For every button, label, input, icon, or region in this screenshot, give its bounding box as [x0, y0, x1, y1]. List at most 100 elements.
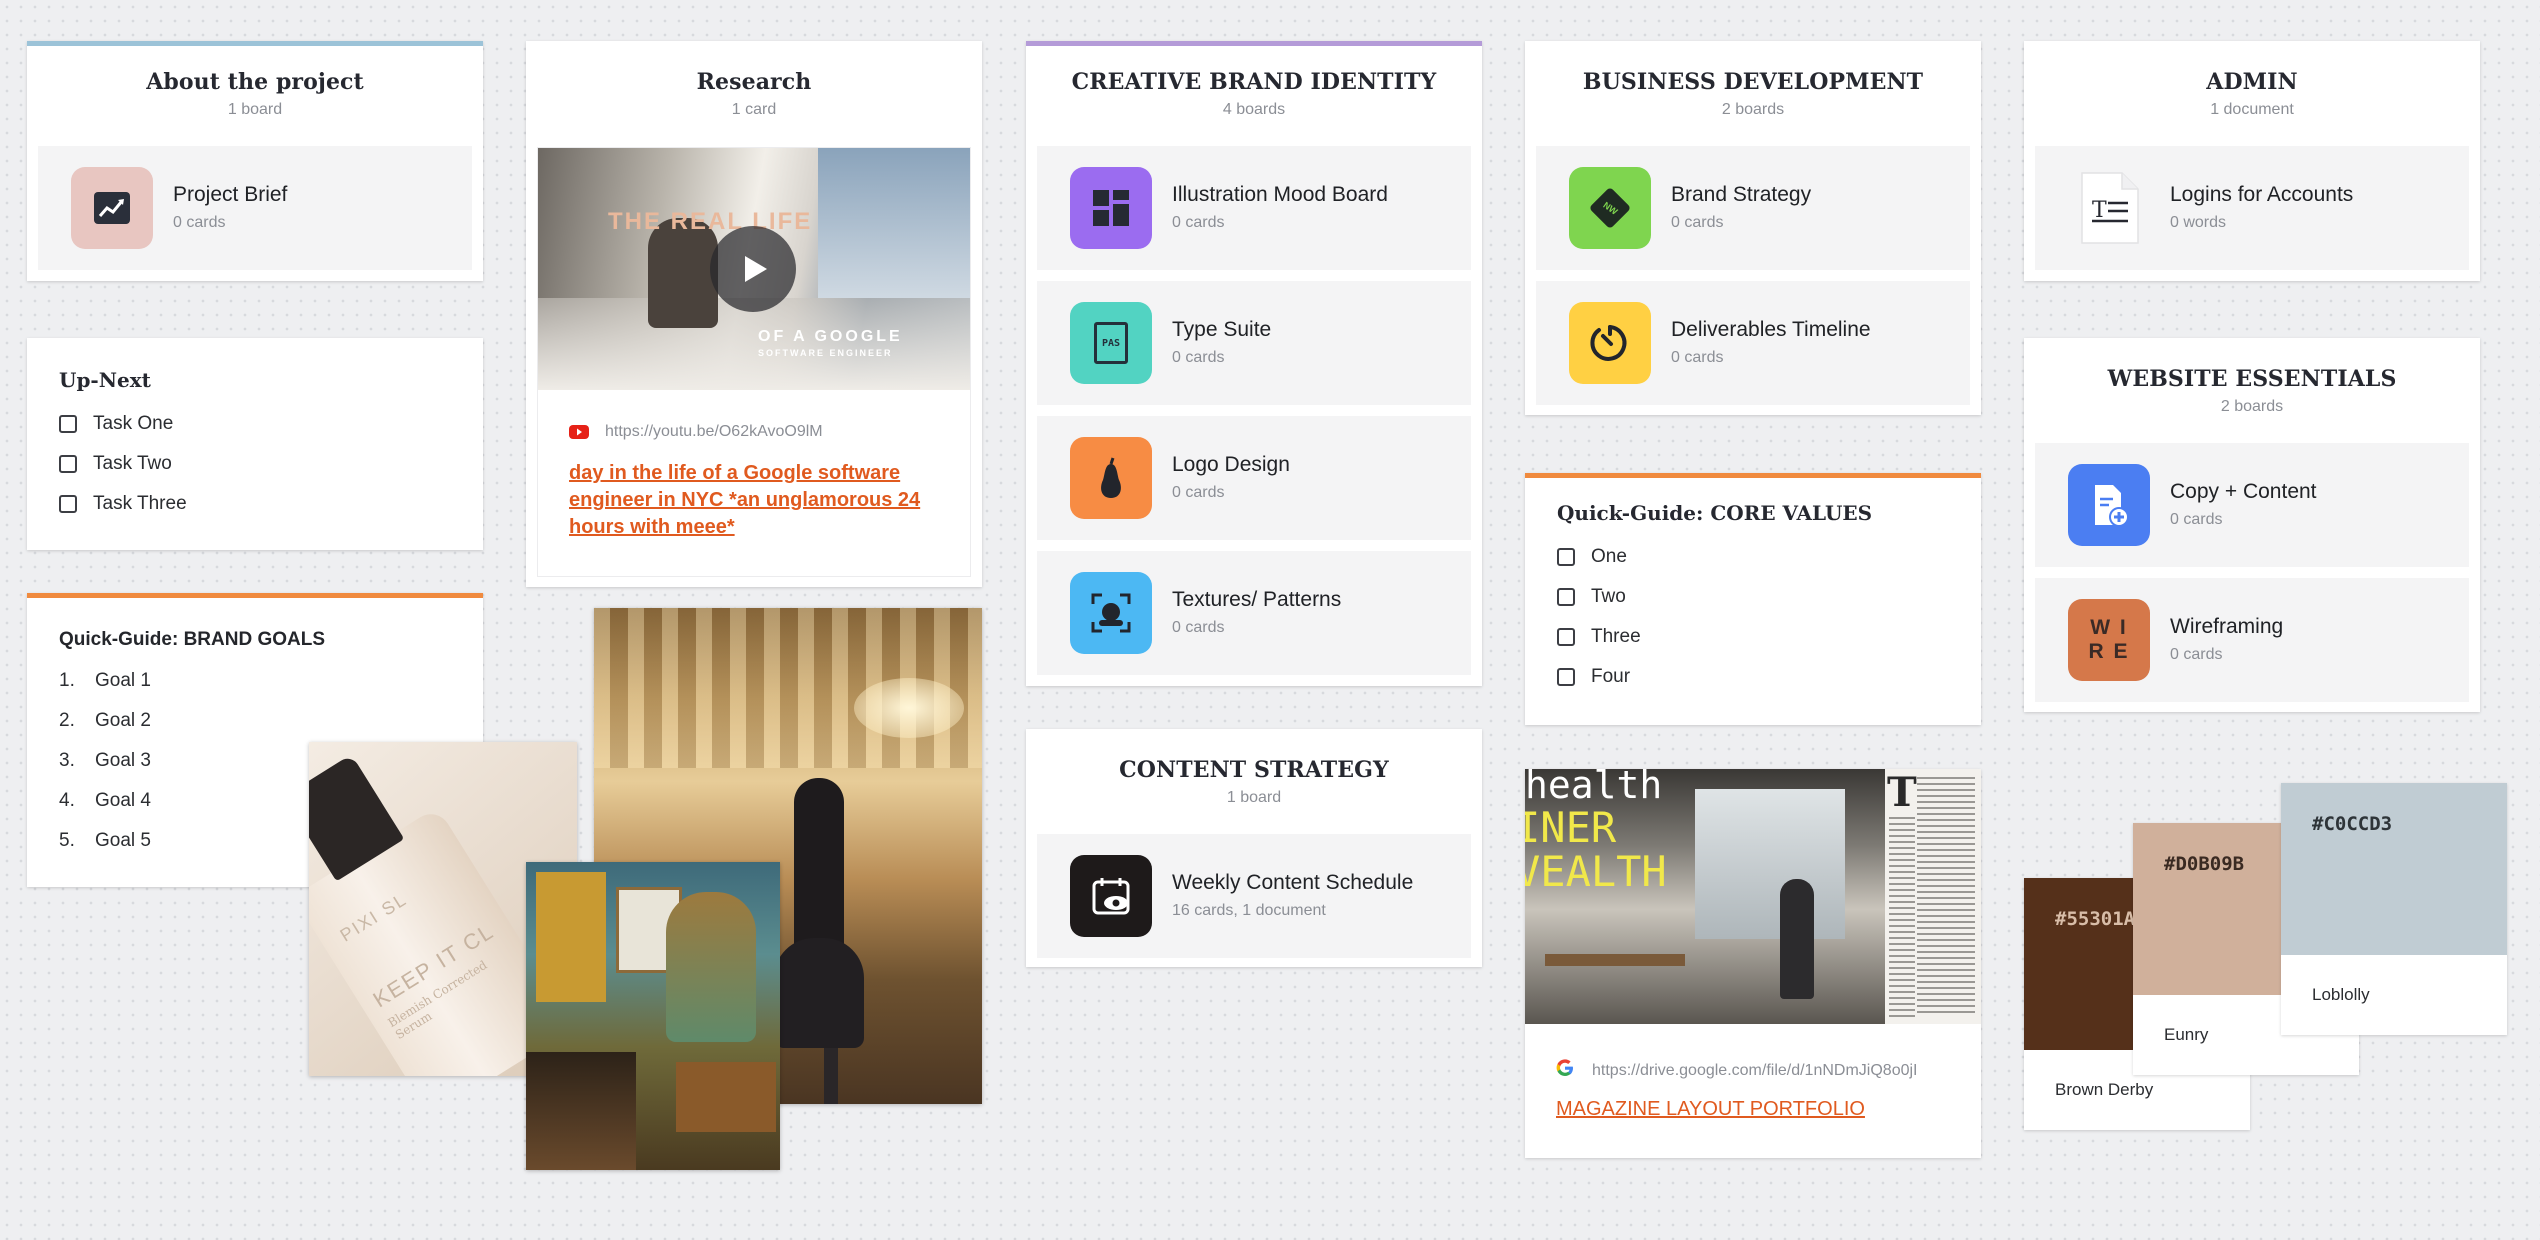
- svg-text:T: T: [2092, 198, 2107, 223]
- list-title: Quick-Guide: CORE VALUES: [1557, 501, 1873, 525]
- type-suite-icon: PAS: [1070, 302, 1152, 384]
- value-item[interactable]: Two: [1557, 577, 1949, 617]
- board-title: Brand Strategy: [1671, 183, 1812, 206]
- core-values-list: Quick-Guide: CORE VALUES One Two Three F…: [1525, 473, 1981, 725]
- value-label: One: [1591, 546, 1627, 567]
- google-icon: [1556, 1059, 1574, 1082]
- tag-icon-text: NW: [1600, 199, 1620, 217]
- board-title: Project Brief: [173, 183, 288, 206]
- checkbox[interactable]: [59, 455, 77, 473]
- tag-icon: NW: [1569, 167, 1651, 249]
- checkbox[interactable]: [1557, 668, 1575, 686]
- board-deliverables-timeline[interactable]: Deliverables Timeline 0 cards: [1536, 281, 1970, 405]
- board-title: Wireframing: [2170, 615, 2284, 638]
- scan-face-icon: [1070, 572, 1152, 654]
- link-url-row: https://drive.google.com/file/d/1nNDmJiQ…: [1556, 1059, 1917, 1082]
- board-copy-content[interactable]: Copy + Content 0 cards: [2035, 443, 2469, 567]
- pear-icon: [1070, 437, 1152, 519]
- board-illustration-mood[interactable]: Illustration Mood Board 0 cards: [1037, 146, 1471, 270]
- list-item: 2. Goal 2: [59, 710, 151, 731]
- value-item[interactable]: One: [1557, 537, 1949, 577]
- board-logo-design[interactable]: Logo Design 0 cards: [1037, 416, 1471, 540]
- board-title: Weekly Content Schedule: [1172, 871, 1414, 894]
- play-icon[interactable]: [710, 226, 796, 312]
- column-count: 1 document: [2210, 101, 2294, 118]
- column-title: BUSINESS DEVELOPMENT: [1582, 69, 1924, 95]
- calendar-eye-icon: [1070, 855, 1152, 937]
- magazine-thumbnail[interactable]: health INER VEALTH T: [1525, 769, 1981, 1024]
- magazine-headline: INER: [1525, 803, 1617, 852]
- video-overlay-title: THE REAL LIFE: [608, 208, 813, 235]
- column-title: Research: [696, 69, 812, 95]
- up-next-list: Up-Next Task One Task Two Task Three: [27, 338, 483, 550]
- task-item[interactable]: Task Two: [59, 444, 451, 484]
- value-item[interactable]: Four: [1557, 657, 1949, 697]
- color-swatch-loblolly[interactable]: #C0CCD3 Loblolly: [2281, 783, 2507, 1035]
- swatch-color: [2281, 783, 2507, 955]
- video-link[interactable]: day in the life of a Google software eng…: [569, 460, 954, 541]
- column-accent-bar: [27, 41, 483, 46]
- board-project-brief[interactable]: Project Brief 0 cards: [38, 146, 472, 270]
- swatch-name: Eunry: [2164, 1025, 2209, 1044]
- column-count: 4 boards: [1222, 101, 1286, 118]
- painting-photo[interactable]: [526, 862, 780, 1170]
- board-meta: 0 cards: [1671, 214, 1724, 231]
- document-icon: T: [2068, 167, 2150, 249]
- value-label: Four: [1591, 666, 1631, 687]
- column-title: WEBSITE ESSENTIALS: [2107, 366, 2397, 392]
- task-item[interactable]: Task One: [59, 404, 451, 444]
- board-title: Logins for Accounts: [2170, 183, 2354, 206]
- magazine-headline: VEALTH: [1525, 847, 1667, 896]
- task-item[interactable]: Task Three: [59, 484, 451, 524]
- task-label: Task One: [93, 413, 174, 434]
- list-item: 1. Goal 1: [59, 670, 151, 691]
- list-title: Quick-Guide: BRAND GOALS: [59, 629, 326, 650]
- video-overlay-text: OF A GOOGLE: [758, 328, 903, 345]
- column-title: CONTENT STRATEGY: [1119, 757, 1389, 783]
- board-title: Deliverables Timeline: [1671, 318, 1871, 341]
- swatch-hex: #C0CCD3: [2312, 813, 2393, 835]
- magazine-link-card[interactable]: health INER VEALTH T https://drive.googl…: [1525, 769, 1981, 1158]
- youtube-icon: [569, 425, 589, 439]
- board-meta: 0 cards: [2170, 646, 2223, 663]
- magazine-link[interactable]: MAGAZINE LAYOUT PORTFOLIO: [1556, 1096, 1865, 1123]
- board-title: Logo Design: [1172, 453, 1290, 476]
- board-meta: 0 cards: [1172, 214, 1225, 231]
- value-label: Three: [1591, 626, 1641, 647]
- column-count: 2 boards: [2220, 398, 2284, 415]
- task-label: Task Two: [93, 453, 172, 474]
- checkbox[interactable]: [1557, 548, 1575, 566]
- column-title: About the project: [146, 69, 364, 95]
- checkbox[interactable]: [1557, 588, 1575, 606]
- video-overlay-sub: SOFTWARE ENGINEER: [758, 348, 893, 358]
- board-wireframing[interactable]: W I R E Wireframing 0 cards: [2035, 578, 2469, 702]
- board-weekly-content-schedule[interactable]: Weekly Content Schedule 16 cards, 1 docu…: [1037, 834, 1471, 958]
- column-accent-bar: [1026, 41, 1482, 46]
- board-brand-strategy[interactable]: NW Brand Strategy 0 cards: [1536, 146, 1970, 270]
- link-url: https://youtu.be/O62kAvoO9lM: [605, 423, 823, 440]
- column-title: CREATIVE BRAND IDENTITY: [1071, 69, 1437, 95]
- board-title: Copy + Content: [2170, 480, 2317, 503]
- about-project-column: About the project 1 board Project Brief …: [27, 41, 483, 281]
- admin-column: ADMIN 1 document T Logins for Accounts 0…: [2024, 41, 2480, 281]
- video-card[interactable]: THE REAL LIFE OF A GOOGLE SOFTWARE ENGIN…: [537, 147, 971, 577]
- value-item[interactable]: Three: [1557, 617, 1949, 657]
- board-type-suite[interactable]: PAS Type Suite 0 cards: [1037, 281, 1471, 405]
- checkbox[interactable]: [59, 415, 77, 433]
- task-label: Task Three: [93, 493, 187, 514]
- painted-figure: [666, 892, 756, 1042]
- board-textures-patterns[interactable]: Textures/ Patterns 0 cards: [1037, 551, 1471, 675]
- mood-board-icon: [1070, 167, 1152, 249]
- checkbox[interactable]: [1557, 628, 1575, 646]
- video-thumbnail[interactable]: THE REAL LIFE OF A GOOGLE SOFTWARE ENGIN…: [538, 148, 970, 390]
- board-title: Type Suite: [1172, 318, 1272, 341]
- checkbox[interactable]: [59, 495, 77, 513]
- board-logins-for-accounts[interactable]: T Logins for Accounts 0 words: [2035, 146, 2469, 270]
- column-count: 1 board: [227, 101, 283, 118]
- chart-icon: [71, 167, 153, 249]
- column-accent-bar: [27, 593, 483, 598]
- swatch-name: Loblolly: [2312, 985, 2370, 1004]
- content-strategy-column: CONTENT STRATEGY 1 board Weekly Content …: [1026, 729, 1482, 967]
- timer-icon: [1569, 302, 1651, 384]
- wireframe-icon: W I R E: [2068, 599, 2150, 681]
